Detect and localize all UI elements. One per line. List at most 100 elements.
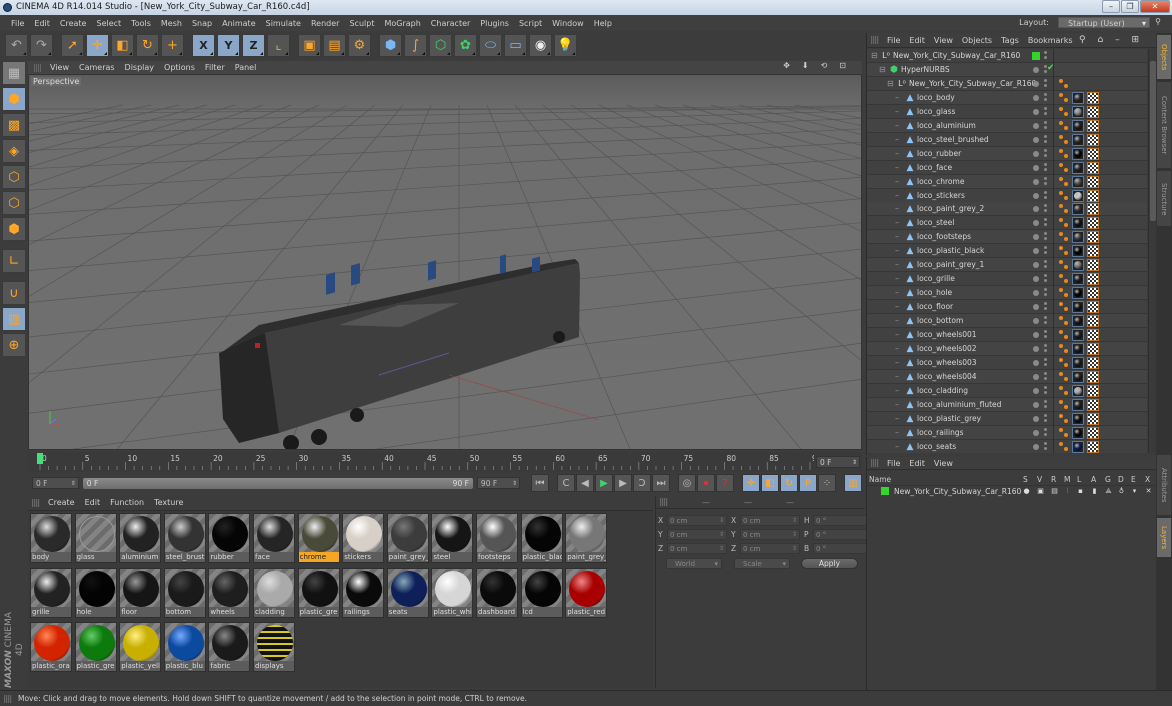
menu-view[interactable]: View bbox=[934, 459, 953, 468]
live-selection-icon[interactable]: ➚ bbox=[61, 33, 84, 57]
menu-texture[interactable]: Texture bbox=[154, 498, 183, 507]
menu-animate[interactable]: Animate bbox=[217, 19, 261, 28]
panel-grip[interactable] bbox=[871, 459, 879, 467]
editor-visibility-dot[interactable] bbox=[1033, 66, 1039, 73]
object-row[interactable]: – ▲ loco_plastic_black bbox=[867, 244, 1147, 259]
uvw-tag-icon[interactable] bbox=[1087, 189, 1099, 202]
rotate-view-icon[interactable]: ⟲ bbox=[821, 61, 830, 70]
material-wheels[interactable]: wheels bbox=[208, 567, 251, 618]
object-row[interactable]: – ▲ loco_paint_grey_1 bbox=[867, 258, 1147, 273]
material-tag-icon[interactable] bbox=[1072, 398, 1084, 411]
editor-visibility-dot[interactable] bbox=[1033, 108, 1039, 115]
material-cladding[interactable]: cladding bbox=[253, 567, 295, 618]
scale-icon[interactable]: ◧ bbox=[111, 33, 134, 57]
uvw-tag-icon[interactable] bbox=[1087, 119, 1099, 132]
material-floor[interactable]: floor bbox=[119, 567, 162, 618]
render-visibility-dot[interactable] bbox=[1044, 371, 1047, 375]
next-frame-icon[interactable]: ▶ bbox=[614, 474, 632, 492]
render-visibility-dot[interactable] bbox=[1044, 302, 1047, 306]
panel-grip[interactable] bbox=[32, 498, 40, 507]
material-rubber[interactable]: rubber bbox=[208, 513, 251, 563]
menu-select[interactable]: Select bbox=[91, 19, 126, 28]
expand-toggle-icon[interactable]: ⊟ bbox=[879, 63, 886, 77]
editor-visibility-dot[interactable] bbox=[1033, 122, 1039, 129]
material-tag-icon[interactable] bbox=[1072, 356, 1084, 369]
prev-key-icon[interactable]: C bbox=[557, 474, 575, 492]
object-row[interactable]: – ▲ loco_bottom bbox=[867, 314, 1147, 329]
material-tag-icon[interactable] bbox=[1072, 161, 1084, 174]
object-row[interactable]: – ▲ loco_face bbox=[867, 160, 1147, 175]
undo-icon[interactable]: ↶ bbox=[5, 33, 28, 57]
material-fabric[interactable]: fabric bbox=[208, 622, 251, 672]
object-row[interactable]: – ▲ loco_footsteps bbox=[867, 230, 1147, 245]
phong-tag-icon[interactable] bbox=[1059, 343, 1069, 354]
layer-color-tag[interactable] bbox=[1032, 52, 1040, 60]
menu-filter[interactable]: Filter bbox=[205, 63, 225, 72]
render-picture-viewer-icon[interactable]: ▤ bbox=[323, 33, 346, 57]
material-tag-icon[interactable] bbox=[1072, 91, 1084, 104]
deformers-icon[interactable]: ♁ bbox=[1118, 487, 1125, 495]
side-tab-content-browser[interactable]: Content Browser bbox=[1157, 82, 1171, 169]
coordinate-system-icon[interactable]: ⌞ bbox=[267, 33, 290, 57]
phong-tag-icon[interactable] bbox=[1059, 330, 1069, 340]
goto-start-icon[interactable]: ⏮ bbox=[531, 474, 549, 492]
uvw-tag-icon[interactable] bbox=[1087, 217, 1099, 230]
restore-button[interactable]: ❐ bbox=[1121, 0, 1139, 13]
coordinate-field-h[interactable]: 0 ° bbox=[813, 514, 873, 526]
render-visibility-dot[interactable] bbox=[1044, 232, 1047, 236]
render-visibility-dot[interactable] bbox=[1044, 204, 1047, 208]
layer-column-g[interactable]: G bbox=[1105, 475, 1111, 484]
menu-mograph[interactable]: MoGraph bbox=[379, 19, 425, 28]
material-lcd[interactable]: lcd bbox=[520, 567, 563, 618]
object-row[interactable]: – ▲ loco_glass bbox=[867, 104, 1147, 119]
animation-icon[interactable]: ▮ bbox=[1091, 487, 1098, 495]
object-row[interactable]: – ▲ loco_rubber bbox=[867, 146, 1147, 161]
menu-file[interactable]: File bbox=[887, 459, 900, 468]
phong-tag-icon[interactable] bbox=[1059, 106, 1069, 117]
material-aluminium[interactable]: aluminium bbox=[119, 513, 162, 563]
menu-render[interactable]: Render bbox=[306, 19, 344, 28]
uvw-tag-icon[interactable] bbox=[1087, 412, 1099, 425]
editor-visibility-dot[interactable] bbox=[1033, 276, 1039, 283]
make-editable-icon[interactable]: ▦ bbox=[2, 61, 26, 85]
uvw-tag-icon[interactable] bbox=[1087, 175, 1099, 188]
coordinate-field-x[interactable]: 0 cm bbox=[740, 514, 800, 526]
object-row[interactable]: ⊟ L⁰ New_York_City_Subway_Car_R160 bbox=[867, 49, 1147, 63]
material-tag-icon[interactable] bbox=[1072, 189, 1084, 202]
side-tab-objects[interactable]: Objects bbox=[1157, 35, 1171, 80]
object-row[interactable]: – ▲ loco_wheels003 bbox=[867, 355, 1147, 370]
menu-create[interactable]: Create bbox=[55, 19, 92, 28]
layer-column-name[interactable]: Name bbox=[869, 475, 891, 484]
material-plastic-ora[interactable]: plastic_ora bbox=[30, 622, 72, 672]
phong-tag-icon[interactable] bbox=[1059, 92, 1069, 103]
expressions-icon[interactable]: ▾ bbox=[1131, 487, 1138, 495]
material-footsteps[interactable]: footsteps bbox=[476, 513, 518, 563]
material-tag-icon[interactable] bbox=[1072, 231, 1084, 244]
material-tag-icon[interactable] bbox=[1072, 370, 1084, 383]
editor-visibility-dot[interactable] bbox=[1033, 136, 1039, 143]
locked-icon[interactable]: ▪ bbox=[1077, 487, 1084, 495]
polygons-mode-icon[interactable]: ⬢ bbox=[2, 217, 26, 241]
editor-visibility-dot[interactable] bbox=[1033, 332, 1039, 338]
material-paint-grey-[interactable]: paint_grey_ bbox=[565, 513, 608, 563]
uvw-tag-icon[interactable] bbox=[1087, 245, 1099, 258]
material-tag-icon[interactable] bbox=[1072, 301, 1084, 314]
material-tag-icon[interactable] bbox=[1072, 329, 1084, 341]
editor-visibility-dot[interactable] bbox=[1033, 206, 1039, 213]
editor-visibility-dot[interactable] bbox=[1033, 80, 1039, 87]
coordinate-field-x[interactable]: 0 cm bbox=[667, 514, 727, 526]
phong-tag-icon[interactable] bbox=[1059, 274, 1069, 284]
material-dashboard[interactable]: dashboard bbox=[476, 567, 518, 618]
current-frame-field[interactable]: 0 F ⇕ bbox=[816, 456, 860, 468]
playhead[interactable] bbox=[37, 453, 43, 464]
menu-plugins[interactable]: Plugins bbox=[475, 19, 514, 28]
model-mode-icon[interactable]: ⬢ bbox=[2, 87, 26, 111]
phong-tag-icon[interactable] bbox=[1059, 316, 1069, 326]
points-mode-icon[interactable]: ⬡ bbox=[2, 165, 26, 189]
uvw-tag-icon[interactable] bbox=[1087, 105, 1099, 118]
uvw-tag-icon[interactable] bbox=[1087, 301, 1099, 314]
editor-visibility-dot[interactable] bbox=[1033, 359, 1039, 366]
material-hole[interactable]: hole bbox=[74, 567, 117, 618]
object-row[interactable]: – ▲ loco_floor bbox=[867, 300, 1147, 315]
render-visibility-dot[interactable] bbox=[1044, 190, 1047, 194]
